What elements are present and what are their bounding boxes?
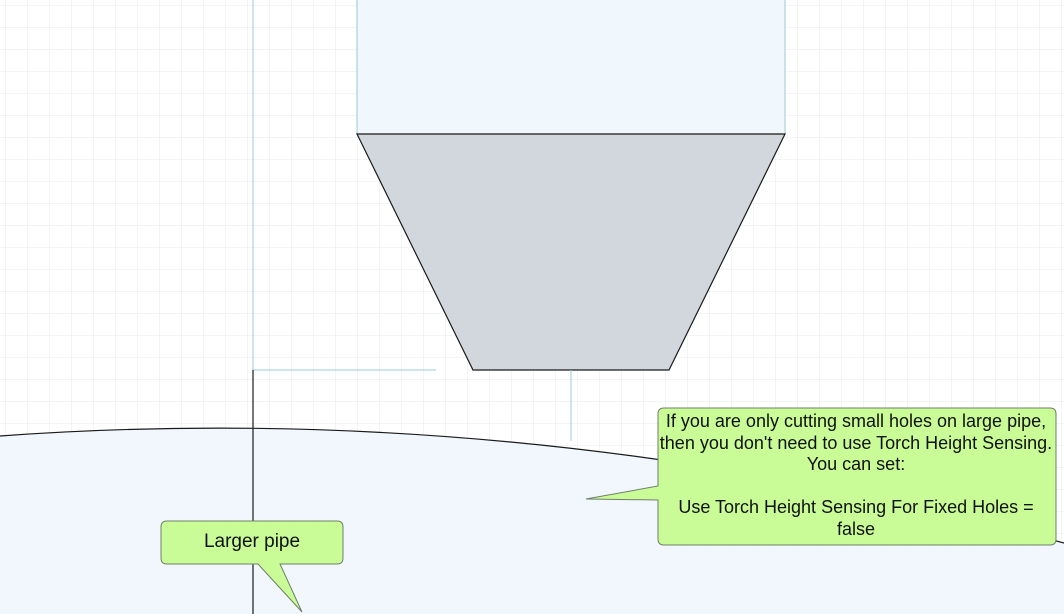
diagram-canvas [0,0,1064,614]
torch-body [357,0,785,134]
